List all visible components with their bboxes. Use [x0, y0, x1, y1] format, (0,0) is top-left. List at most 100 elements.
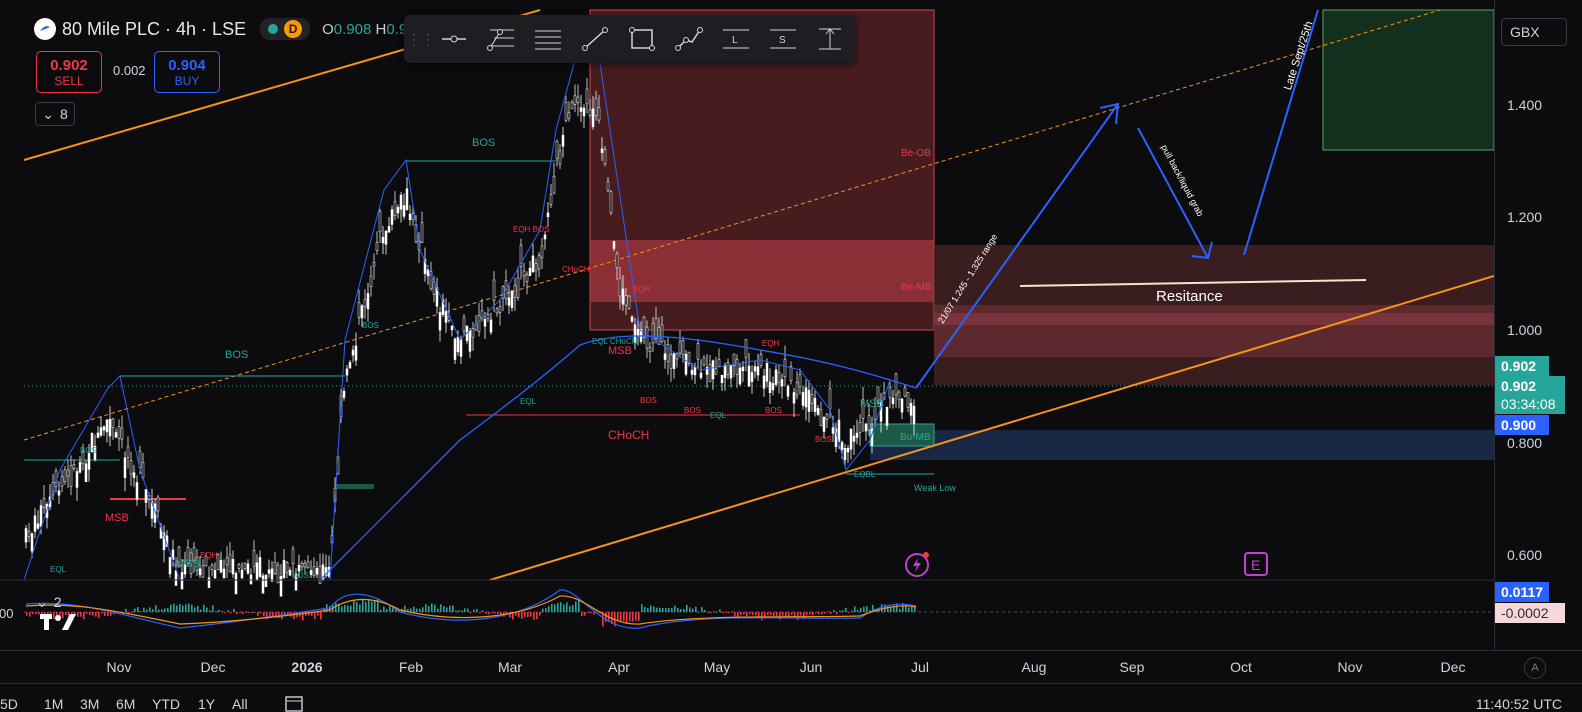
short-position-icon[interactable]: S	[759, 19, 806, 59]
osc-bar	[821, 612, 823, 615]
fib-retracement-icon[interactable]	[477, 19, 524, 59]
osc-bar	[446, 607, 448, 612]
drawing-toolbar[interactable]: ⋮⋮ L S	[404, 15, 856, 63]
osc-bar	[593, 612, 595, 615]
osc-bar	[725, 612, 727, 613]
horizontal-ray-icon[interactable]	[430, 19, 477, 59]
range-ytd-button[interactable]: YTD	[152, 696, 180, 712]
osc-bar	[740, 612, 742, 615]
candle-body	[87, 452, 91, 470]
candle-body	[648, 347, 652, 353]
eqh-bos-label: EQH BOS	[513, 225, 550, 234]
osc-bar	[836, 612, 838, 615]
osc-bar	[494, 612, 496, 614]
osc-bar	[245, 611, 247, 613]
candle-body	[669, 354, 673, 369]
candle-body	[789, 366, 793, 381]
ohlc-open-value: 0.908	[333, 20, 372, 38]
rectangle-icon[interactable]	[618, 19, 665, 59]
candle-body	[702, 357, 706, 366]
candle-body	[366, 293, 370, 310]
osc-signal-tag: -0.0002	[1495, 603, 1565, 623]
candle-body	[306, 561, 310, 568]
range-3m-button[interactable]: 3M	[80, 696, 99, 712]
lightning-alert-icon[interactable]	[904, 550, 932, 578]
measure-icon[interactable]	[806, 19, 853, 59]
sell-button[interactable]: 0.902 SELL	[36, 51, 102, 93]
osc-bar	[719, 609, 721, 612]
price-axis[interactable]: GBX 1.400 1.200 1.000 0.800 0.600 0.902 …	[1494, 0, 1582, 650]
candle-body	[717, 359, 721, 367]
candle-body	[393, 201, 397, 216]
osc-bar	[692, 608, 694, 612]
candle-body	[258, 557, 262, 577]
candle-body	[906, 392, 910, 408]
candle-body	[786, 385, 790, 397]
candle-body	[654, 318, 658, 339]
osc-bar	[632, 612, 634, 622]
parallel-channel-icon[interactable]	[524, 19, 571, 59]
osc-bar	[188, 603, 190, 612]
market-status-pill[interactable]: D	[260, 18, 311, 40]
candle-body	[912, 405, 916, 424]
candle-body	[228, 554, 232, 573]
symbol-title[interactable]: 80 Mile PLC · 4h · LSE	[62, 19, 246, 40]
range-1y-button[interactable]: 1Y	[198, 696, 215, 712]
osc-bar	[161, 609, 163, 612]
auto-scale-button[interactable]: A	[1524, 657, 1546, 679]
buy-button[interactable]: 0.904 BUY	[154, 51, 220, 93]
candle-body	[456, 336, 460, 353]
candle-body	[135, 482, 139, 500]
candle-body	[66, 469, 70, 477]
chart-area[interactable]: 80 Mile PLC · 4h · LSE D O0.908 H0.9 0.9…	[0, 0, 1494, 650]
candle-body	[723, 364, 727, 378]
osc-bar	[413, 606, 415, 612]
time-tick: Oct	[1230, 659, 1252, 675]
symbol-header[interactable]: 80 Mile PLC · 4h · LSE D O0.908 H0.9	[34, 18, 407, 40]
candle-body	[744, 339, 748, 358]
osc-bar	[731, 611, 733, 613]
osc-bar	[227, 610, 229, 612]
drag-handle-icon[interactable]: ⋮⋮	[407, 27, 435, 51]
range-6m-button[interactable]: 6M	[116, 696, 135, 712]
candle-body	[24, 528, 28, 543]
trend-line-icon[interactable]	[571, 19, 618, 59]
osc-bar	[545, 608, 547, 612]
candle-body	[591, 108, 595, 128]
candle-body	[390, 209, 394, 225]
candle-body	[63, 469, 67, 482]
indicators-toggle-button[interactable]: ⌄ 8	[35, 102, 75, 126]
osc-bar	[749, 612, 751, 615]
long-position-icon[interactable]: L	[712, 19, 759, 59]
candle-body	[468, 330, 472, 352]
osc-bar	[149, 607, 151, 612]
candle-body	[642, 316, 646, 338]
osc-bar	[83, 612, 85, 620]
range-5d-button[interactable]: 5D	[0, 696, 18, 712]
eqh-label-1: EQH	[200, 551, 218, 560]
range-all-button[interactable]: All	[232, 696, 248, 712]
currency-selector[interactable]: GBX	[1501, 18, 1567, 46]
calendar-range-icon[interactable]	[284, 694, 304, 712]
svg-text:S: S	[779, 35, 786, 46]
osc-bar	[734, 612, 736, 617]
osc-bar	[179, 603, 181, 612]
candle-body	[483, 319, 487, 327]
candle-body	[486, 314, 490, 319]
candle-body	[237, 564, 241, 569]
candle-body	[822, 416, 826, 432]
candle-body	[42, 498, 46, 508]
path-icon[interactable]	[665, 19, 712, 59]
earnings-event-icon[interactable]: E	[1242, 552, 1270, 578]
candle-body	[666, 344, 670, 362]
time-axis[interactable]: Nov Dec 2026 Feb Mar Apr May Jun Jul Aug…	[0, 650, 1582, 682]
osc-bar	[254, 611, 256, 613]
range-1m-button[interactable]: 1M	[44, 696, 63, 712]
oscillator-toggle-button[interactable]: ⌄ 2	[36, 591, 76, 613]
osc-bar	[539, 612, 541, 616]
osc-bar	[197, 605, 199, 612]
candle-body	[819, 409, 823, 427]
osc-bar	[605, 612, 607, 623]
price-tick-4: 0.800	[1507, 435, 1543, 451]
osc-bar	[713, 611, 715, 613]
